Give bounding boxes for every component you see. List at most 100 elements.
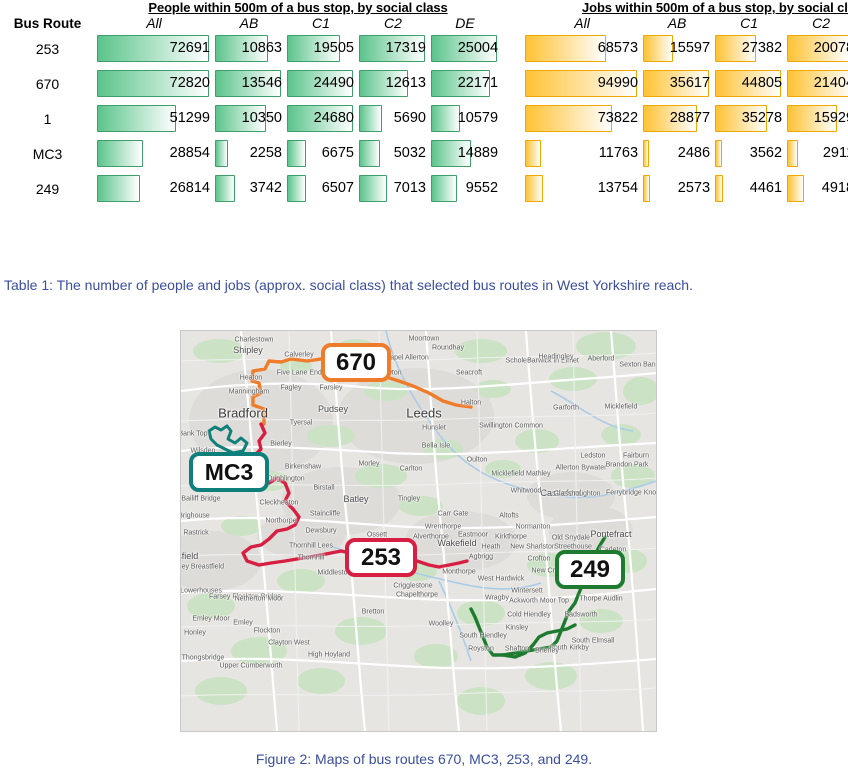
map-place-label: Huddersfield: [181, 551, 199, 561]
cell-value: 14889: [457, 145, 499, 161]
route-label-249: 249: [555, 550, 625, 589]
cell-value: 3562: [749, 145, 783, 161]
map-place-label: Badsworth: [564, 611, 598, 619]
cell-people-c2: 12613: [357, 66, 429, 101]
map-place-label: Bretton: [361, 608, 385, 616]
map-place-label: Cold Hiendley: [507, 611, 551, 619]
cell-value: 35278: [741, 110, 783, 126]
column-header-jobs-c1: C1: [740, 15, 758, 31]
map-place-label: Allerton Bywater: [555, 464, 607, 472]
cell-value: 5032: [393, 145, 426, 161]
map-place-label: Drighlington: [267, 475, 305, 483]
row-route-label: 1: [43, 110, 52, 127]
cell-jobs-ab: 35617: [641, 66, 713, 101]
cell-jobs-all: 11763: [523, 136, 641, 171]
cell-value: 4461: [749, 180, 783, 196]
map-place-label: Honley: [184, 629, 206, 637]
cell-value: 15929: [813, 110, 848, 126]
map-place-label: Ferrybridge Knott: [605, 489, 657, 497]
cell-jobs-all: 13754: [523, 171, 641, 206]
map-place-label: Leeds: [406, 405, 442, 421]
map-place-label: Emley Moor: [192, 615, 230, 623]
table-1-container: People within 500m of a bus stop, by soc…: [0, 0, 848, 262]
map-place-label: Rastrick: [183, 529, 209, 537]
cell-value: 2573: [677, 180, 711, 196]
cell-jobs-c1: 4461: [713, 171, 785, 206]
group-header-gap: [501, 0, 524, 15]
map-place-label: Brierley: [535, 647, 559, 655]
map-place-label: Birstall: [313, 484, 335, 492]
map-place-label: Pontefract: [590, 529, 632, 539]
bus-route-data-table: People within 500m of a bus stop, by soc…: [0, 0, 848, 206]
cell-jobs-ab: 28877: [641, 101, 713, 136]
cell-value: 2486: [677, 145, 711, 161]
cell-people-all: 72820: [95, 66, 213, 101]
cell-value: 13754: [597, 180, 639, 196]
cell-value: 13546: [241, 75, 282, 91]
cell-value: 12613: [385, 75, 426, 91]
map-place-label: Moortown: [408, 335, 440, 343]
map-place-label: Thornhill Lees: [289, 542, 333, 550]
map-place-label: Fairburn: [622, 452, 650, 460]
cell-people-ab: 3742: [213, 171, 285, 206]
row-route-label: 670: [35, 75, 60, 92]
map-place-label: Headingley: [538, 353, 574, 361]
column-header-gap: [501, 15, 524, 31]
column-header-people-de: DE: [455, 15, 475, 31]
cell-jobs-ab: 2573: [641, 171, 713, 206]
cell-value: 21404: [813, 75, 848, 91]
map-place-label: West Hardwick: [477, 575, 525, 583]
cell-jobs-c2: 4918: [785, 171, 848, 206]
cell-people-de: 9552: [429, 171, 501, 206]
cell-value: 10350: [241, 110, 282, 126]
cell-jobs-c1: 35278: [713, 101, 785, 136]
cell-people-de: 10579: [429, 101, 501, 136]
map-place-label: Birkenshaw: [284, 463, 322, 471]
cell-people-de: 25004: [429, 31, 501, 66]
map-place-label: Bierley: [270, 440, 292, 448]
cell-people-c1: 24680: [285, 101, 357, 136]
cell-value: 51299: [169, 110, 210, 126]
cell-value: 10579: [457, 110, 499, 126]
cell-people-c2: 17319: [357, 31, 429, 66]
map-place-label: Thornhill: [297, 554, 325, 562]
map-place-label: Netherton Moor: [234, 595, 284, 603]
map-place-label: Shafton: [504, 645, 530, 653]
cell-people-de: 22171: [429, 66, 501, 101]
cell-value: 94990: [597, 75, 639, 91]
map-place-label: Thongsbridge: [181, 654, 225, 662]
cell-value: 2911: [822, 145, 848, 161]
map-place-label: Farsley: [319, 384, 343, 392]
cell-value: 72691: [169, 40, 210, 56]
map-place-label: Carlton: [399, 465, 423, 473]
map-place-label: Bailiff Bridge: [181, 495, 221, 503]
map-place-label: Kinsley: [505, 624, 529, 632]
table-row: 1 51299 10350 24680 5690 10579 73822 28877 35278…: [0, 101, 848, 136]
cell-jobs-c1: 27382: [713, 31, 785, 66]
map-place-label: Tyersal: [289, 419, 313, 427]
table-group-header-row: People within 500m of a bus stop, by soc…: [0, 0, 848, 15]
cell-people-c1: 24490: [285, 66, 357, 101]
cell-people-c1: 19505: [285, 31, 357, 66]
map-place-label: Aberford: [587, 355, 615, 363]
map-place-label: Emley: [233, 619, 253, 627]
cell-value: 15597: [669, 40, 711, 56]
column-header-people-ab: AB: [239, 15, 259, 31]
cell-value: 6507: [321, 180, 354, 196]
map-place-label: Fagley: [280, 384, 302, 392]
table-row: 670 72820 13546 24490 12613 22171 94990 35617 44…: [0, 66, 848, 101]
map-place-label: South Elmsall: [571, 637, 615, 645]
cell-people-all: 26814: [95, 171, 213, 206]
map-place-label: Micklefield Mathley: [491, 470, 551, 478]
map-place-label: Clayton West: [268, 639, 310, 647]
cell-people-ab: 10350: [213, 101, 285, 136]
cell-value: 7013: [393, 180, 426, 196]
map-place-label: Thorpe Audlin: [579, 595, 623, 603]
cell-value: 6675: [321, 145, 354, 161]
map-place-label: Heaton: [239, 374, 263, 382]
map-place-label: Five Lane Ends: [276, 369, 326, 377]
cell-value: 73822: [597, 110, 639, 126]
cell-jobs-ab: 15597: [641, 31, 713, 66]
cell-jobs-all: 68573: [523, 31, 641, 66]
route-label-253: 253: [345, 538, 417, 577]
